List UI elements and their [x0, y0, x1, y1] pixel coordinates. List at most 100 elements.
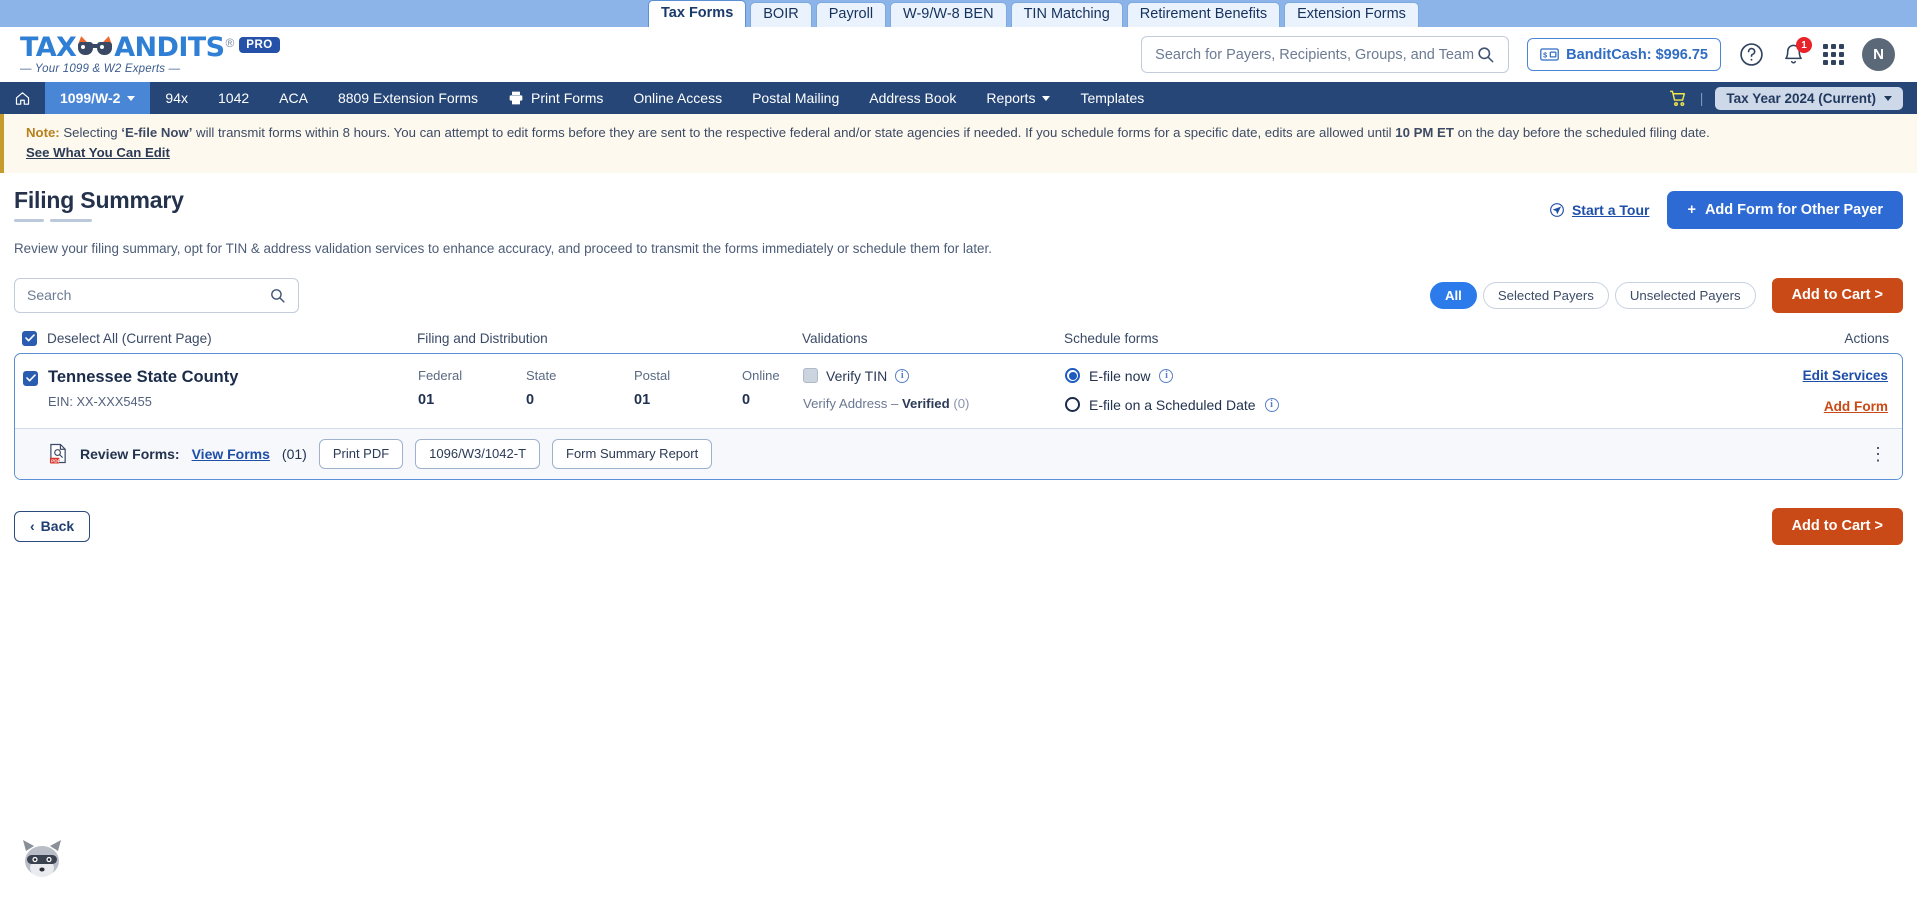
note-label: Note: — [26, 125, 60, 140]
form-summary-report-button[interactable]: Form Summary Report — [552, 438, 713, 469]
add-to-cart-button-bottom[interactable]: Add to Cart > — [1771, 507, 1903, 545]
brand-name-part1: TAX — [20, 32, 77, 63]
product-tab-label: Extension Forms — [1297, 6, 1406, 23]
schedule-option-scheduled-date[interactable]: E-file on a Scheduled Date i — [1065, 397, 1495, 413]
review-forms-label: Review Forms: — [80, 445, 180, 462]
filing-value: 01 — [634, 391, 651, 408]
form-1096-w3-1042t-button[interactable]: 1096/W3/1042-T — [415, 438, 541, 469]
payer-search-input[interactable] — [27, 287, 269, 304]
schedule-option-label: E-file on a Scheduled Date — [1089, 396, 1256, 413]
info-icon[interactable]: i — [895, 368, 910, 383]
product-tab-extension-forms[interactable]: Extension Forms — [1284, 2, 1419, 27]
nav-item-8809-extension-forms[interactable]: 8809 Extension Forms — [323, 82, 493, 114]
product-tab-retirement-benefits[interactable]: Retirement Benefits — [1126, 2, 1281, 27]
filter-pill-unselected-payers[interactable]: Unselected Payers — [1614, 281, 1756, 309]
filter-pill-selected-payers[interactable]: Selected Payers — [1482, 281, 1609, 309]
nav-label: Online Access — [633, 90, 723, 106]
user-avatar[interactable]: N — [1862, 38, 1895, 71]
tax-year-selector[interactable]: Tax Year 2024 (Current) — [1715, 86, 1903, 110]
nav-item-1099-w2[interactable]: 1099/W-2 — [45, 82, 151, 114]
add-to-cart-button-top[interactable]: Add to Cart > — [1771, 277, 1903, 313]
nav-item-print-forms[interactable]: Print Forms — [493, 82, 618, 114]
page-title-block: Filing Summary — [14, 187, 184, 222]
start-a-tour-button[interactable]: Start a Tour — [1549, 202, 1649, 218]
note-banner: Note: Selecting ‘E-file Now’ will transm… — [0, 114, 1917, 173]
nav-label: ACA — [279, 90, 308, 106]
product-tab-tin-matching[interactable]: TIN Matching — [1010, 2, 1123, 27]
help-icon[interactable] — [1739, 42, 1764, 67]
verify-address-count: (0) — [953, 395, 970, 411]
header-right-cluster: $ BanditCash: $996.75 1 N — [1141, 36, 1895, 73]
search-icon[interactable] — [1476, 45, 1495, 64]
radio-efile-scheduled-date[interactable] — [1065, 397, 1080, 413]
print-pdf-button[interactable]: Print PDF — [318, 438, 404, 469]
deselect-all-control[interactable]: Deselect All (Current Page) — [22, 330, 417, 346]
payer-card: Tennessee State County EIN: XX-XXX5455 F… — [14, 352, 1903, 480]
svg-text:PDF: PDF — [51, 459, 61, 465]
page-title-row: Filing Summary Start a Tour + Add Form f… — [14, 173, 1903, 229]
nav-item-address-book[interactable]: Address Book — [854, 82, 971, 114]
nav-label: 94x — [165, 90, 188, 106]
add-form-for-other-payer-button[interactable]: + Add Form for Other Payer — [1667, 190, 1903, 229]
main-navigation: 1099/W-2 94x 1042 ACA 8809 Extension For… — [0, 82, 1917, 114]
edit-services-link[interactable]: Edit Services — [1495, 368, 1888, 383]
registered-mark: ® — [225, 36, 235, 50]
note-text-1: Selecting — [59, 125, 122, 140]
bandit-mascot[interactable] — [18, 837, 66, 881]
svg-text:$: $ — [1543, 52, 1547, 60]
row-overflow-menu-icon[interactable]: ⋮ — [1869, 445, 1888, 463]
nav-item-1042[interactable]: 1042 — [203, 82, 264, 114]
pdf-document-icon: PDF — [49, 443, 68, 465]
page-title: Filing Summary — [14, 186, 184, 213]
info-icon[interactable]: i — [1264, 397, 1279, 412]
column-header-actions: Actions — [1844, 330, 1889, 346]
payer-filter-pills: All Selected Payers Unselected Payers — [1429, 281, 1756, 309]
search-icon[interactable] — [269, 287, 286, 304]
product-tab-label: Tax Forms — [661, 5, 734, 22]
product-tab-payroll[interactable]: Payroll — [815, 2, 887, 27]
filter-pill-label: All — [1444, 287, 1462, 303]
radio-efile-now[interactable] — [1065, 368, 1080, 384]
add-form-link[interactable]: Add Form — [1495, 399, 1888, 414]
schedule-option-efile-now[interactable]: E-file now i — [1065, 368, 1495, 384]
product-tab-boir[interactable]: BOIR — [750, 2, 812, 27]
back-button[interactable]: ‹ Back — [14, 510, 91, 542]
payer-search[interactable] — [14, 277, 299, 313]
verify-tin-checkbox[interactable] — [803, 368, 818, 384]
brand-logo[interactable]: TAX ANDITS ® PRO — Your 1099 & W2 Expert… — [20, 34, 280, 75]
deselect-all-label: Deselect All (Current Page) — [47, 330, 212, 346]
product-tab-w9-w8ben[interactable]: W-9/W-8 BEN — [890, 2, 1007, 27]
bandit-cash-button[interactable]: $ BanditCash: $996.75 — [1527, 38, 1721, 71]
see-what-you-can-edit-link[interactable]: See What You Can Edit — [26, 143, 170, 163]
brand-name-part2: ANDITS — [114, 32, 225, 63]
bottom-action-bar: ‹ Back Add to Cart > — [14, 507, 1903, 545]
validations-cell: Verify TIN i Verify Address – Verified (… — [803, 368, 1065, 414]
add-form-for-other-payer-label: Add Form for Other Payer — [1704, 201, 1883, 218]
view-forms-count: (01) — [281, 445, 307, 462]
product-tab-tax-forms[interactable]: Tax Forms — [648, 0, 747, 27]
nav-item-94x[interactable]: 94x — [150, 82, 203, 114]
nav-item-reports[interactable]: Reports — [971, 82, 1065, 114]
deselect-all-checkbox[interactable] — [22, 330, 37, 346]
page-actions: Start a Tour + Add Form for Other Payer — [1549, 187, 1903, 229]
app-header: TAX ANDITS ® PRO — Your 1099 & W2 Expert… — [0, 27, 1917, 82]
cart-icon[interactable] — [1668, 89, 1688, 108]
note-text-3: on the day before the scheduled filing d… — [1453, 125, 1710, 140]
apps-grid-icon[interactable] — [1823, 44, 1844, 65]
search-input[interactable] — [1155, 46, 1477, 63]
notifications-bell[interactable]: 1 — [1782, 37, 1812, 66]
info-icon[interactable]: i — [1159, 368, 1174, 383]
nav-item-home[interactable] — [0, 82, 45, 114]
column-header-schedule: Schedule forms — [1064, 330, 1159, 346]
nav-item-templates[interactable]: Templates — [1065, 82, 1159, 114]
nav-item-postal-mailing[interactable]: Postal Mailing — [737, 82, 854, 114]
filter-pill-all[interactable]: All — [1429, 281, 1477, 309]
product-tab-label: TIN Matching — [1023, 6, 1110, 23]
filing-federal: Federal 01 — [418, 368, 526, 414]
view-forms-link[interactable]: View Forms — [192, 446, 270, 462]
nav-item-online-access[interactable]: Online Access — [618, 82, 737, 114]
nav-item-aca[interactable]: ACA — [264, 82, 323, 114]
global-search[interactable] — [1141, 36, 1510, 73]
payer-row-checkbox[interactable] — [23, 370, 38, 386]
nav-label: 8809 Extension Forms — [337, 90, 479, 106]
